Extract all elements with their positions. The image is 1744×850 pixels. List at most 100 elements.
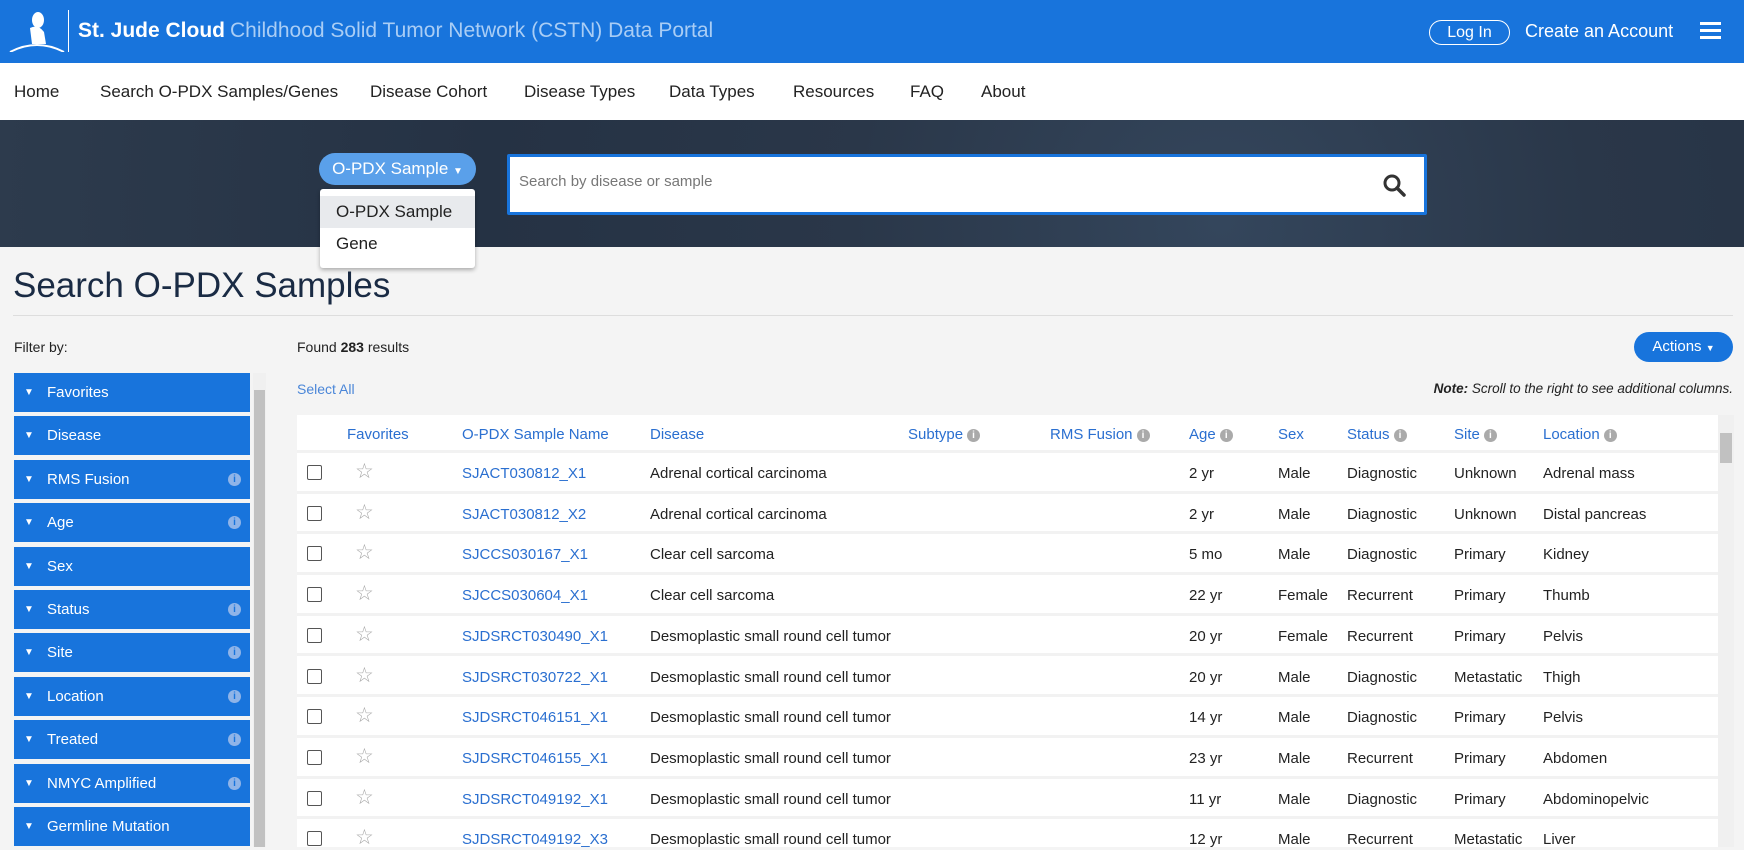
table-cell: Kidney (1543, 546, 1589, 564)
column-header-status[interactable]: Status i (1347, 426, 1407, 443)
row-checkbox[interactable] (307, 790, 322, 806)
row-checkbox[interactable] (307, 709, 322, 725)
actions-button[interactable]: Actions ▼ (1634, 332, 1733, 362)
nav-item-faq[interactable]: FAQ (910, 82, 944, 102)
sample-name-link[interactable]: SJDSRCT049192_X3 (462, 831, 608, 847)
nav-item-resources[interactable]: Resources (793, 82, 874, 102)
row-checkbox[interactable] (307, 465, 322, 480)
filter-scrollbar[interactable] (253, 373, 266, 847)
table-cell: Adrenal mass (1543, 465, 1635, 482)
search-icon[interactable] (1382, 173, 1406, 197)
filter-age[interactable]: ▼ Age i (14, 503, 250, 543)
chevron-down-icon: ▼ (24, 690, 34, 702)
info-icon[interactable]: i (228, 733, 241, 747)
column-header-disease[interactable]: Disease (650, 426, 704, 443)
table-scrollbar[interactable] (1718, 415, 1734, 847)
table-cell: Adrenal cortical carcinoma (650, 465, 827, 482)
nav-item-disease-types[interactable]: Disease Types (524, 82, 635, 102)
star-icon[interactable]: ☆ (355, 583, 374, 604)
table-cell: Thumb (1543, 587, 1590, 605)
nav-item-about[interactable]: About (981, 82, 1025, 102)
star-icon[interactable]: ☆ (355, 461, 374, 482)
info-icon[interactable]: i (228, 646, 241, 660)
sample-name-link[interactable]: SJDSRCT046151_X1 (462, 709, 608, 726)
column-header-rms-fusion[interactable]: RMS Fusion i (1050, 426, 1150, 443)
sample-name-link[interactable]: SJDSRCT046155_X1 (462, 750, 608, 767)
table-cell: Pelvis (1543, 627, 1584, 645)
filter-favorites[interactable]: ▼ Favorites (14, 373, 250, 412)
star-icon[interactable]: ☆ (355, 705, 374, 726)
column-header-age[interactable]: Age i (1189, 426, 1233, 443)
info-icon[interactable]: i (1603, 429, 1617, 442)
table-cell: Desmoplastic small round cell tumor (650, 668, 891, 686)
sample-name-link[interactable]: SJDSRCT030490_X1 (462, 628, 608, 645)
st-jude-logo[interactable] (8, 10, 66, 52)
column-header-favorites[interactable]: Favorites (347, 426, 409, 443)
row-checkbox[interactable] (307, 668, 322, 684)
select-all-link[interactable]: Select All (297, 381, 355, 397)
sample-name-link[interactable]: SJDSRCT049192_X1 (462, 791, 608, 808)
filter-treated[interactable]: ▼ Treated i (14, 720, 250, 760)
filter-status[interactable]: ▼ Status i (14, 589, 250, 629)
filter-location[interactable]: ▼ Location i (14, 676, 250, 716)
nav-item-disease-cohort[interactable]: Disease Cohort (370, 82, 487, 102)
star-icon[interactable]: ☆ (355, 665, 374, 686)
info-icon[interactable]: i (228, 776, 241, 790)
info-icon[interactable]: i (1393, 429, 1407, 442)
star-icon[interactable]: ☆ (355, 787, 374, 808)
table-cell: Desmoplastic small round cell tumor (650, 831, 891, 847)
menu-item-gene[interactable]: Gene (320, 228, 475, 260)
brand-name[interactable]: St. Jude Cloud (78, 19, 225, 43)
search-input[interactable] (519, 173, 1319, 190)
column-header-site[interactable]: Site i (1454, 426, 1497, 443)
search-type-dropdown[interactable]: O-PDX Sample ▼ (319, 153, 476, 185)
filter-sex[interactable]: ▼ Sex (14, 546, 250, 586)
menu-item-opdx-sample[interactable]: O-PDX Sample (320, 196, 475, 228)
star-icon[interactable]: ☆ (355, 746, 374, 767)
star-icon[interactable]: ☆ (355, 542, 374, 563)
sample-name-link[interactable]: SJDSRCT030722_X1 (462, 669, 608, 686)
table-cell: 2 yr (1189, 505, 1215, 523)
sample-name-link[interactable]: SJCCS030604_X1 (462, 587, 588, 604)
chevron-down-icon: ▼ (24, 430, 34, 442)
nav-item-home[interactable]: Home (14, 82, 59, 102)
info-icon[interactable]: i (967, 429, 981, 442)
nav-item-search-o-pdx-samples-genes[interactable]: Search O-PDX Samples/Genes (100, 82, 338, 102)
sample-name-link[interactable]: SJACT030812_X1 (462, 465, 586, 482)
star-icon[interactable]: ☆ (355, 502, 374, 523)
filter-disease[interactable]: ▼ Disease (14, 416, 250, 456)
portal-name[interactable]: Childhood Solid Tumor Network (CSTN) Dat… (230, 19, 713, 43)
row-checkbox[interactable] (307, 831, 322, 847)
column-header-sex[interactable]: Sex (1278, 426, 1304, 443)
info-icon[interactable]: i (1483, 429, 1497, 442)
row-checkbox[interactable] (307, 505, 322, 521)
row-checkbox[interactable] (307, 627, 322, 643)
star-icon[interactable]: ☆ (355, 624, 374, 645)
row-checkbox[interactable] (307, 749, 322, 765)
info-icon[interactable]: i (1136, 429, 1150, 442)
login-button[interactable]: Log In (1429, 20, 1510, 45)
sample-name-link[interactable]: SJCCS030167_X1 (462, 546, 588, 563)
filter-site[interactable]: ▼ Site i (14, 633, 250, 673)
row-checkbox[interactable] (307, 546, 322, 562)
column-header-subtype[interactable]: Subtype i (908, 426, 981, 443)
info-icon[interactable]: i (1219, 429, 1233, 442)
star-icon[interactable]: ☆ (355, 827, 374, 847)
nav-item-data-types[interactable]: Data Types (669, 82, 755, 102)
filter-germline-mutation[interactable]: ▼ Germline Mutation (14, 806, 250, 846)
info-icon[interactable]: i (228, 472, 241, 486)
hamburger-menu-icon[interactable] (1700, 22, 1721, 40)
column-header-location[interactable]: Location i (1543, 426, 1617, 443)
info-icon[interactable]: i (228, 516, 241, 530)
create-account-link[interactable]: Create an Account (1525, 21, 1673, 42)
filter-nmyc-amplified[interactable]: ▼ NMYC Amplified i (14, 763, 250, 803)
filter-rms-fusion[interactable]: ▼ RMS Fusion i (14, 459, 250, 499)
divider (68, 10, 69, 52)
info-icon[interactable]: i (228, 689, 241, 703)
actions-label: Actions (1652, 338, 1702, 355)
column-header-o-pdx-sample-name[interactable]: O-PDX Sample Name (462, 426, 609, 443)
info-icon[interactable]: i (228, 602, 241, 616)
row-checkbox[interactable] (307, 587, 322, 603)
chevron-down-icon: ▼ (24, 473, 34, 485)
sample-name-link[interactable]: SJACT030812_X2 (462, 506, 586, 523)
